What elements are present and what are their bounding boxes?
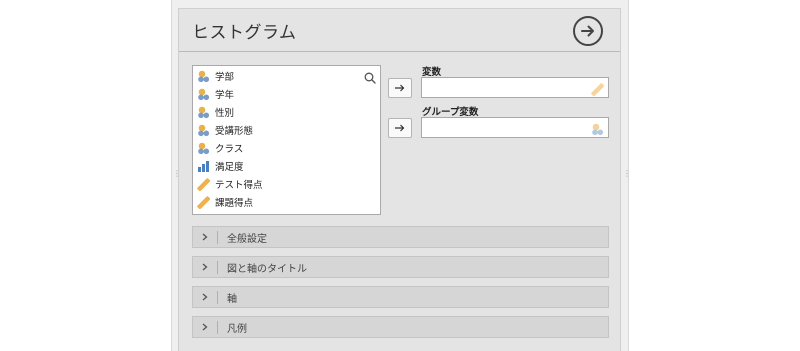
variable-name: 学部 bbox=[215, 72, 235, 83]
list-item[interactable]: 満足度 bbox=[197, 157, 244, 175]
nominal-variable-icon bbox=[198, 124, 210, 136]
arrow-right-icon bbox=[395, 124, 405, 132]
header-divider bbox=[179, 51, 620, 52]
nominal-variable-icon bbox=[198, 142, 210, 154]
list-item[interactable]: 性別 bbox=[197, 103, 234, 121]
chevron-right-icon bbox=[193, 320, 218, 334]
search-icon[interactable] bbox=[364, 69, 376, 88]
variable-name: テスト得点 bbox=[215, 180, 263, 191]
section-plot-axis-titles[interactable]: 図と軸のタイトル bbox=[192, 256, 609, 278]
arrow-right-circle-icon bbox=[581, 25, 594, 37]
list-item[interactable]: テスト得点 bbox=[197, 175, 263, 193]
list-item[interactable]: 受講形態 bbox=[197, 121, 253, 139]
nominal-variable-icon bbox=[198, 88, 210, 100]
nominal-variable-icon bbox=[591, 121, 604, 140]
section-legend[interactable]: 凡例 bbox=[192, 316, 609, 338]
section-axes[interactable]: 軸 bbox=[192, 286, 609, 308]
left-resize-grip[interactable]: ⋮ bbox=[173, 170, 181, 178]
section-label: 全般設定 bbox=[227, 233, 267, 245]
section-label: 軸 bbox=[227, 293, 237, 305]
continuous-variable-icon bbox=[591, 81, 605, 100]
chevron-right-icon bbox=[193, 230, 218, 244]
section-label: 図と軸のタイトル bbox=[227, 263, 307, 275]
list-item[interactable]: 学部 bbox=[197, 67, 234, 85]
variable-list[interactable]: 学部 学年 性別 受講形態 クラス 満足度 テスト得点 課題得点 bbox=[192, 65, 381, 215]
chevron-right-icon bbox=[193, 260, 218, 274]
variable-field-label: 変数 bbox=[422, 67, 442, 78]
list-item[interactable]: 学年 bbox=[197, 85, 234, 103]
list-item[interactable]: 課題得点 bbox=[197, 193, 253, 211]
continuous-variable-icon bbox=[197, 177, 210, 191]
page-title: ヒストグラム bbox=[192, 23, 297, 43]
continuous-variable-icon bbox=[197, 195, 210, 209]
group-variable-field[interactable] bbox=[421, 117, 609, 138]
arrow-right-icon bbox=[395, 84, 405, 92]
variable-name: 性別 bbox=[215, 108, 235, 119]
chevron-right-icon bbox=[193, 290, 218, 304]
right-resize-grip[interactable]: ⋮ bbox=[623, 170, 631, 178]
list-item[interactable]: クラス bbox=[197, 139, 243, 157]
nominal-variable-icon bbox=[198, 106, 210, 118]
assign-variable-button[interactable] bbox=[388, 78, 412, 98]
nominal-variable-icon bbox=[198, 70, 210, 82]
assign-group-button[interactable] bbox=[388, 118, 412, 138]
variable-name: 受講形態 bbox=[215, 126, 254, 137]
variable-name: クラス bbox=[215, 144, 244, 155]
variable-field[interactable] bbox=[421, 77, 609, 98]
variable-name: 課題得点 bbox=[215, 198, 254, 209]
group-field-label: グループ変数 bbox=[422, 107, 479, 118]
ordinal-variable-icon bbox=[198, 160, 209, 172]
section-general-settings[interactable]: 全般設定 bbox=[192, 226, 609, 248]
run-button[interactable] bbox=[573, 16, 603, 46]
variable-name: 満足度 bbox=[215, 162, 244, 173]
variable-name: 学年 bbox=[215, 90, 235, 101]
section-label: 凡例 bbox=[227, 323, 247, 335]
